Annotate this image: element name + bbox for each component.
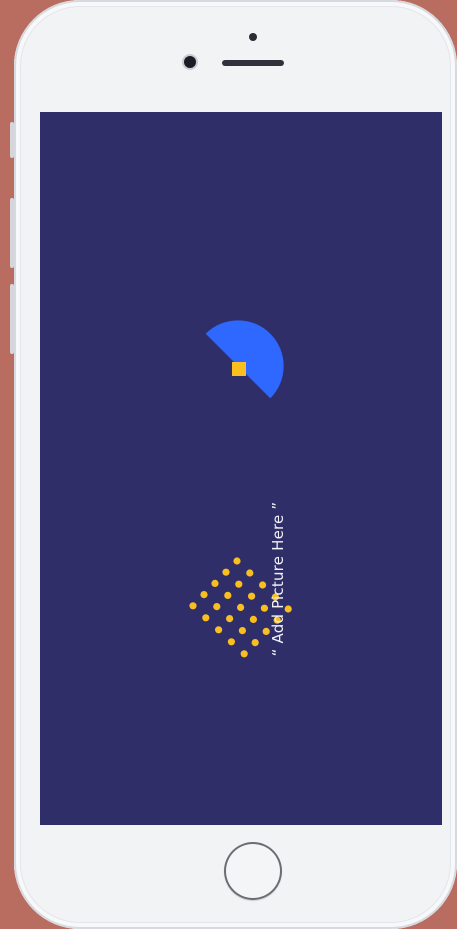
yellow-dot bbox=[237, 603, 245, 611]
yellow-dot bbox=[189, 602, 197, 610]
yellow-dot bbox=[211, 579, 219, 587]
yellow-dot bbox=[226, 615, 234, 623]
yellow-dot bbox=[215, 626, 223, 634]
yellow-dot bbox=[259, 581, 267, 589]
yellow-dot bbox=[200, 591, 208, 599]
home-button[interactable] bbox=[224, 842, 282, 900]
front-camera-icon bbox=[184, 56, 196, 68]
yellow-dot bbox=[248, 592, 256, 600]
yellow-dot bbox=[246, 569, 254, 577]
mute-switch bbox=[10, 122, 14, 158]
yellow-dot bbox=[260, 604, 268, 612]
yellow-dot bbox=[213, 603, 221, 611]
yellow-dot bbox=[240, 650, 248, 658]
yellow-dot bbox=[249, 615, 257, 623]
phone-screen: “ Add Picture Here ” bbox=[40, 112, 442, 825]
yellow-dot bbox=[222, 568, 230, 576]
blue-semicircle-shape bbox=[205, 320, 284, 399]
earpiece-speaker bbox=[222, 60, 284, 66]
volume-up-button bbox=[10, 198, 14, 268]
yellow-dot bbox=[235, 580, 243, 588]
screen-artwork bbox=[189, 320, 292, 658]
volume-down-button bbox=[10, 284, 14, 354]
proximity-sensor bbox=[249, 33, 257, 41]
yellow-dot bbox=[202, 614, 210, 622]
yellow-dot bbox=[224, 591, 232, 599]
background: “ Add Picture Here ” bbox=[0, 0, 457, 929]
yellow-square-shape bbox=[232, 362, 246, 376]
yellow-dot bbox=[251, 639, 259, 647]
yellow-dot bbox=[227, 638, 235, 646]
yellow-dot bbox=[238, 627, 246, 635]
add-picture-placeholder-text: “ Add Picture Here ” bbox=[269, 501, 287, 657]
yellow-dot bbox=[233, 557, 241, 565]
